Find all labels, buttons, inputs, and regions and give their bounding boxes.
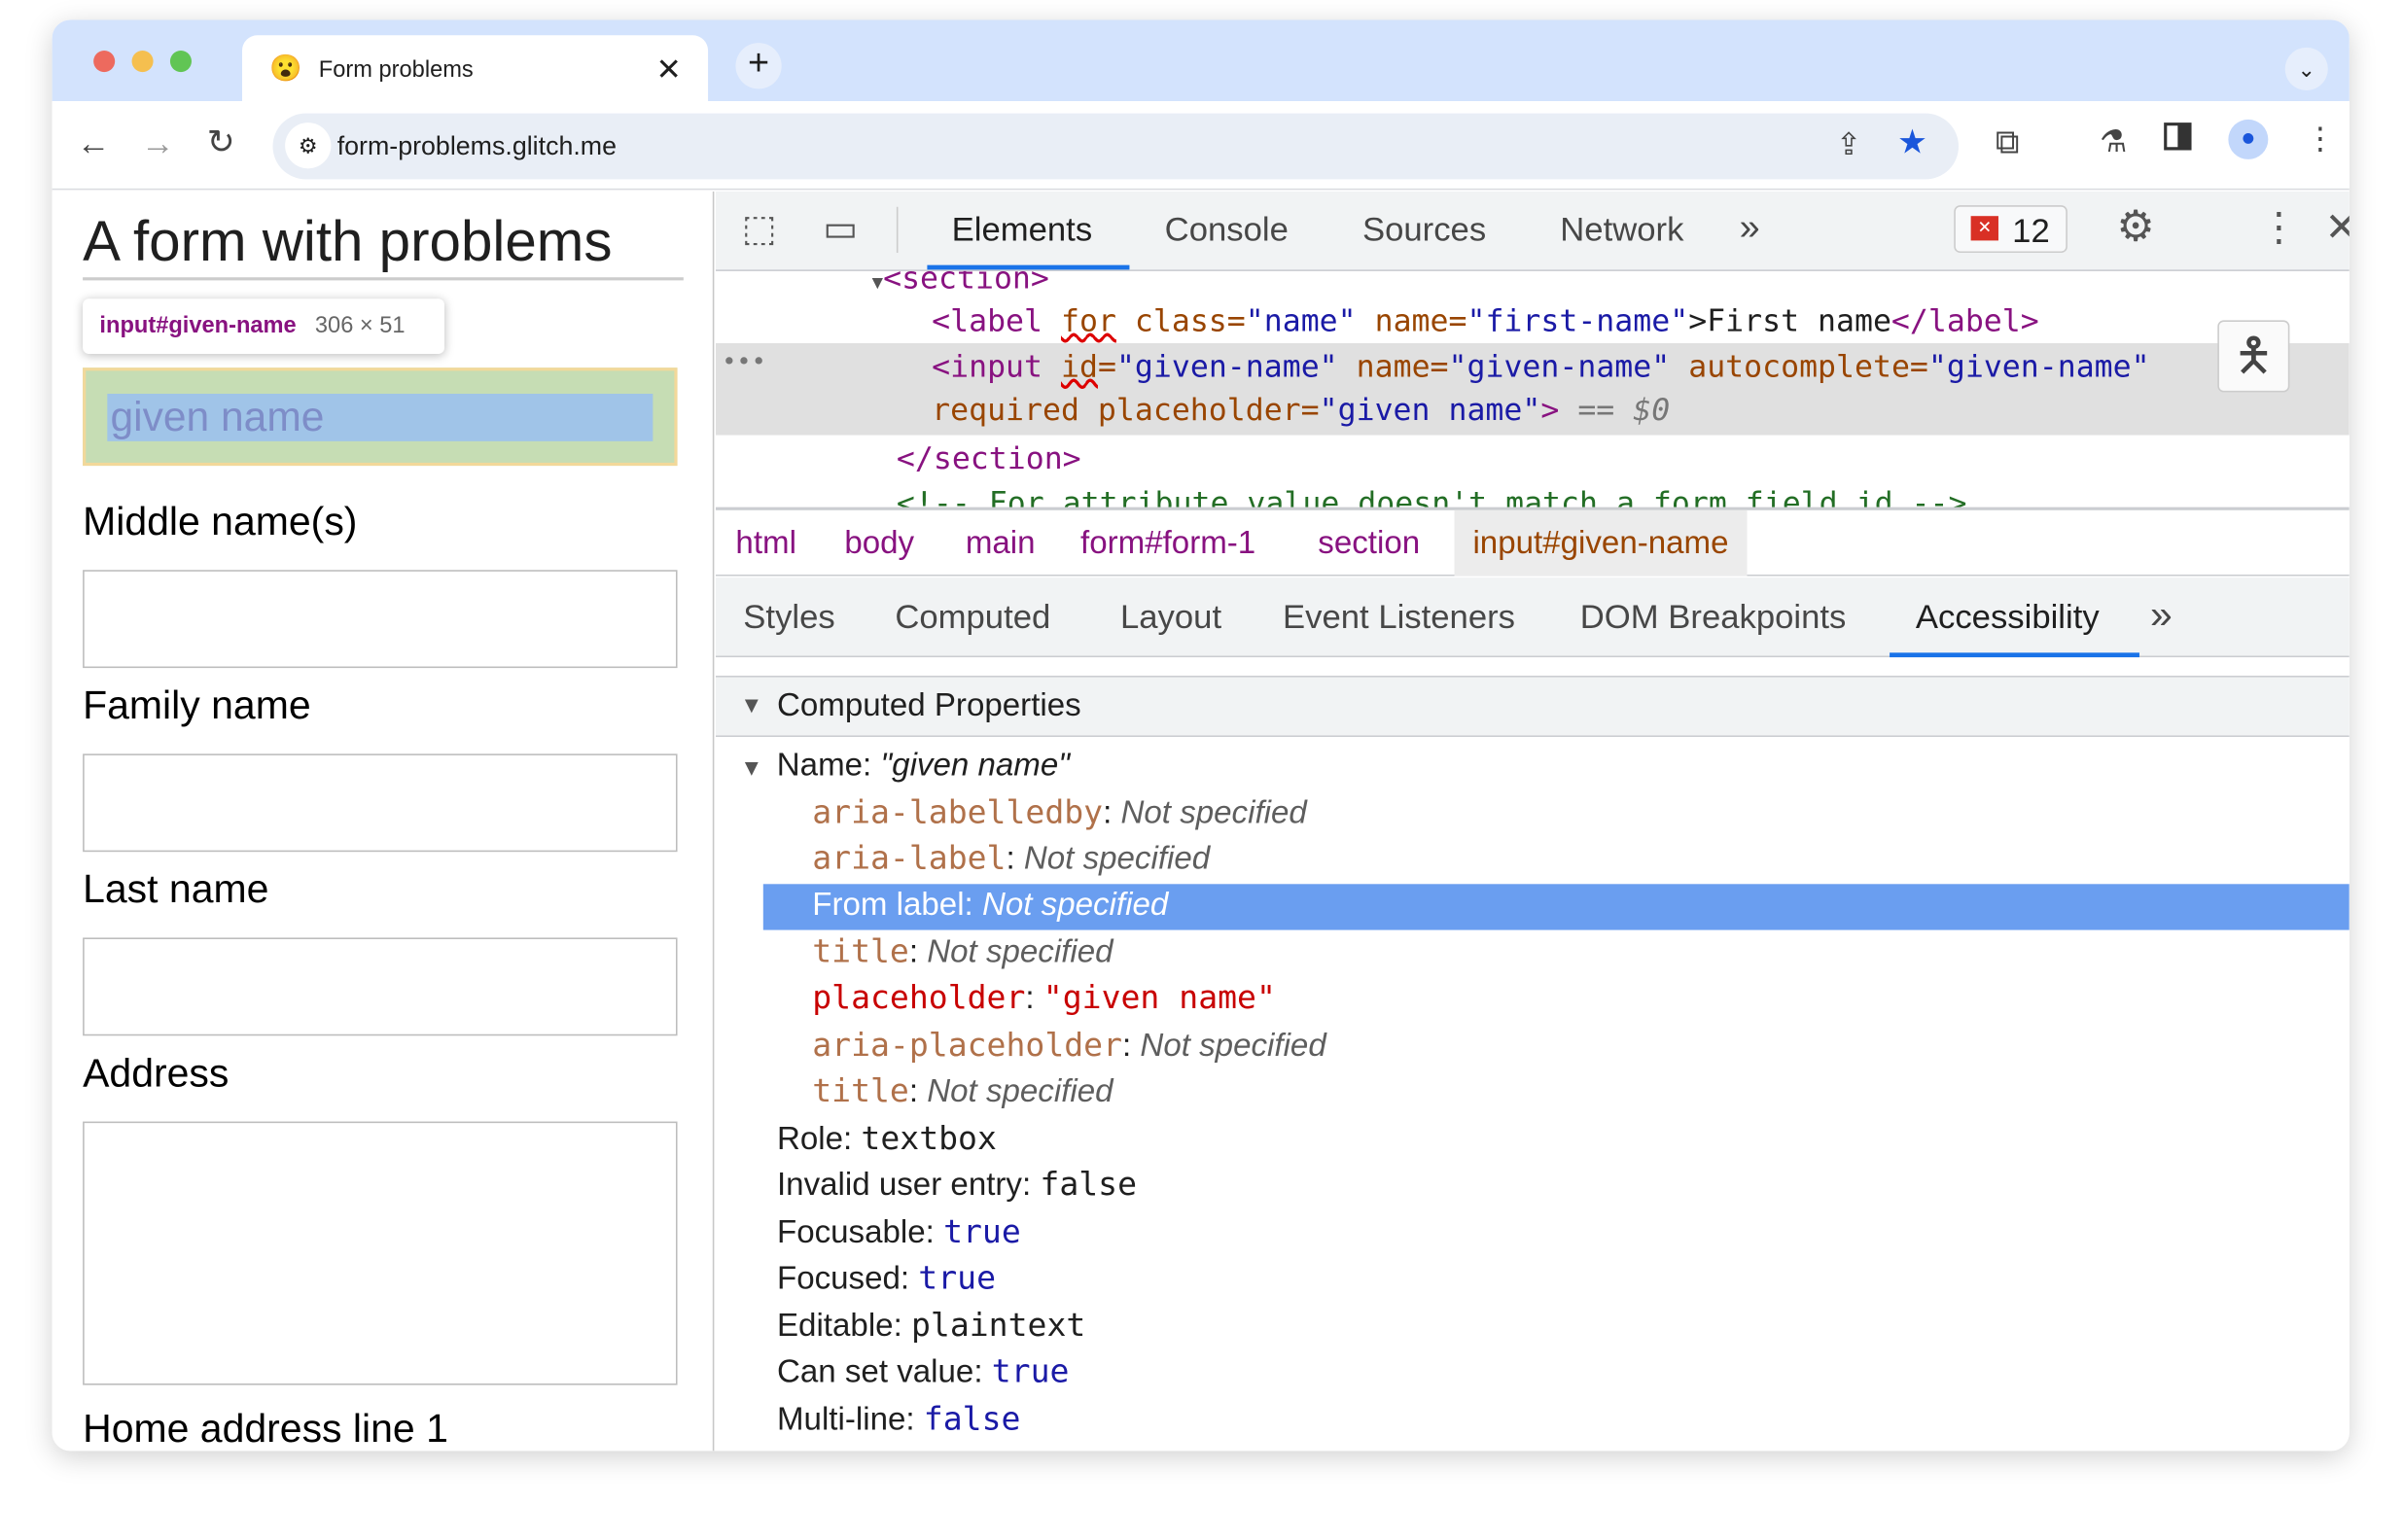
address-label: Address <box>83 1049 230 1096</box>
computed-properties-header[interactable]: ▼ Computed Properties <box>715 675 2350 738</box>
prop-editable[interactable]: Editable: plaintext <box>777 1307 1085 1345</box>
more-subtabs-icon[interactable]: » <box>2150 591 2173 639</box>
name-source-title[interactable]: title: Not specified <box>812 933 1113 971</box>
name-source-from-label-selected[interactable]: From label: Not specified <box>762 884 2350 930</box>
tooltip-size: 306 × 51 <box>314 312 406 339</box>
close-window-button[interactable] <box>93 51 116 73</box>
home-address-label: Home address line 1 <box>83 1405 448 1452</box>
name-source-aria-placeholder[interactable]: aria-placeholder: Not specified <box>812 1027 1326 1065</box>
subtab-computed[interactable]: Computed <box>895 598 1050 638</box>
given-name-input[interactable]: given name <box>83 368 678 467</box>
selected-dom-node[interactable]: ••• <input id="given-name" name="given-n… <box>715 320 2350 436</box>
share-icon[interactable]: ⇪ <box>1836 125 1861 163</box>
extensions-icon[interactable]: ⧉ <box>1996 122 2020 162</box>
reload-icon[interactable]: ↻ <box>207 122 235 162</box>
tab-sources[interactable]: Sources <box>1362 210 1486 250</box>
family-name-label: Family name <box>83 682 311 728</box>
subtab-styles[interactable]: Styles <box>743 598 834 638</box>
tooltip-selector: input#given-name <box>99 312 297 339</box>
given-name-placeholder: given name <box>107 394 654 441</box>
more-options-icon[interactable]: ⋮ <box>2259 204 2299 252</box>
device-toolbar-icon[interactable]: ▭ <box>823 207 858 252</box>
prop-invalid-user-entry[interactable]: Invalid user entry: false <box>777 1166 1137 1204</box>
ellipsis-icon[interactable]: ••• <box>722 346 766 375</box>
middle-name-input[interactable] <box>83 570 678 669</box>
dom-node-section[interactable]: ▼<section> <box>872 271 1049 296</box>
devtools-panel: ⬚ ▭ Elements Console Sources Network » ✕… <box>715 191 2350 1452</box>
close-devtools-icon[interactable]: ✕ <box>2325 204 2350 252</box>
menu-icon[interactable]: ⋮ <box>2305 120 2336 158</box>
page-title: A form with problems <box>83 210 684 281</box>
breadcrumb: html body main form#form-1 section input… <box>715 507 2350 577</box>
tab-console[interactable]: Console <box>1165 210 1289 250</box>
computed-properties-title: Computed Properties <box>776 687 1081 723</box>
dom-node-section-close[interactable]: </section> <box>897 439 1081 476</box>
minimize-window-button[interactable] <box>131 51 154 73</box>
error-counter-button[interactable]: ✕ 12 <box>1954 205 2067 254</box>
browser-tab[interactable]: 😮 Form problems ✕ <box>241 35 709 106</box>
dom-tree: ▼<section> <label for class="name" name=… <box>715 271 2350 508</box>
side-panel-icon[interactable] <box>2164 122 2192 151</box>
subtab-accessibility[interactable]: Accessibility <box>1916 598 2100 638</box>
browser-toolbar: ← → ↻ ⚙ form-problems.glitch.me ⇪ ★ ⧉ ⚗ … <box>52 101 2350 191</box>
tab-network[interactable]: Network <box>1560 210 1683 250</box>
name-source-aria-label[interactable]: aria-label: Not specified <box>812 840 1210 878</box>
error-count: 12 <box>2012 211 2050 250</box>
name-source-title-2[interactable]: title: Not specified <box>812 1072 1113 1110</box>
subtab-layout[interactable]: Layout <box>1120 598 1221 638</box>
chevron-down-icon[interactable]: ⌄ <box>2284 47 2328 90</box>
tab-elements[interactable]: Elements <box>952 210 1093 250</box>
settings-gear-icon[interactable]: ⚙ <box>2116 200 2155 251</box>
dom-node-label[interactable]: <label for class="name" name="first-name… <box>932 301 2039 338</box>
bookmark-star-icon[interactable]: ★ <box>1897 122 1927 162</box>
prop-multi-line[interactable]: Multi-line: false <box>777 1400 1020 1438</box>
prop-focusable[interactable]: Focusable: true <box>777 1213 1021 1251</box>
tab-strip: 😮 Form problems ✕ + ⌄ <box>52 19 2350 106</box>
favicon-icon: 😮 <box>269 53 302 84</box>
middle-name-label: Middle name(s) <box>83 498 358 544</box>
maximize-window-button[interactable] <box>169 51 192 73</box>
back-icon[interactable]: ← <box>77 124 111 164</box>
breadcrumb-section[interactable]: section <box>1318 526 1420 563</box>
more-tabs-icon[interactable]: » <box>1740 207 1760 250</box>
browser-window: 😮 Form problems ✕ + ⌄ ← → ↻ ⚙ form-probl… <box>52 19 2350 1452</box>
element-tooltip: input#given-name 306 × 51 <box>83 298 445 355</box>
profile-icon[interactable]: ● <box>2228 119 2269 159</box>
accessibility-tree-toggle-icon[interactable]: 🯅 <box>2217 320 2290 393</box>
breadcrumb-form[interactable]: form#form-1 <box>1080 526 1255 563</box>
labs-flask-icon[interactable]: ⚗ <box>2100 122 2127 160</box>
breadcrumb-body[interactable]: body <box>844 526 914 563</box>
close-icon[interactable]: ✕ <box>655 51 681 88</box>
error-icon: ✕ <box>1970 216 1998 241</box>
active-tab-indicator <box>927 264 1130 270</box>
forward-icon[interactable]: → <box>141 124 175 164</box>
breadcrumb-input[interactable]: input#given-name <box>1454 509 1748 577</box>
dom-comment[interactable]: <!-- For attribute value doesn't match a… <box>897 484 1967 508</box>
breadcrumb-main[interactable]: main <box>966 526 1036 563</box>
devtools-toolbar: ⬚ ▭ Elements Console Sources Network » ✕… <box>715 191 2350 271</box>
inspect-element-icon[interactable]: ⬚ <box>742 207 777 252</box>
prop-role[interactable]: Role: textbox <box>777 1120 997 1158</box>
new-tab-icon[interactable]: + <box>735 43 782 89</box>
address-textarea[interactable] <box>83 1121 678 1385</box>
last-name-input[interactable] <box>83 937 678 1036</box>
tab-title: Form problems <box>318 56 474 84</box>
collapse-triangle-icon: ▼ <box>740 692 763 719</box>
prop-focused[interactable]: Focused: true <box>777 1259 996 1297</box>
prop-can-set-value[interactable]: Can set value: true <box>777 1353 1069 1391</box>
name-source-aria-labelledby[interactable]: aria-labelledby: Not specified <box>812 793 1307 831</box>
subtab-dom-breakpoints[interactable]: DOM Breakpoints <box>1580 598 1847 638</box>
url-text[interactable]: form-problems.glitch.me <box>337 132 617 163</box>
active-subtab-indicator <box>1890 652 2139 658</box>
subtab-event-listeners[interactable]: Event Listeners <box>1283 598 1515 638</box>
name-row[interactable]: ▼ Name: "given name" <box>740 748 1070 785</box>
family-name-input[interactable] <box>83 753 678 853</box>
web-page: A form with problems given name input#gi… <box>52 191 715 1452</box>
name-source-placeholder[interactable]: placeholder: "given name" <box>812 979 1276 1017</box>
site-settings-icon[interactable]: ⚙ <box>285 122 332 169</box>
address-bar[interactable]: ⚙ form-problems.glitch.me ⇪ ★ <box>272 113 1960 180</box>
last-name-label: Last name <box>83 865 269 912</box>
breadcrumb-html[interactable]: html <box>735 526 796 563</box>
sidebar-tabs: Styles Computed Layout Event Listeners D… <box>715 578 2350 658</box>
